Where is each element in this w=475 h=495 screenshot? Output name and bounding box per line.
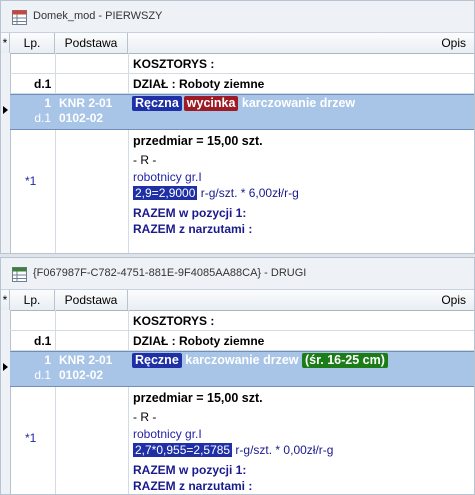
item-podstawa-line2: 0102-02: [59, 111, 104, 125]
kosztorys-label[interactable]: KOSZTORYS :: [133, 314, 214, 328]
item-description-text: karczowanie drzew: [241, 96, 356, 110]
row-divider: [10, 73, 474, 74]
tag-reczne: Ręczne: [132, 353, 182, 368]
norm-value[interactable]: 2,9=2,9000: [133, 186, 198, 200]
window-titlebar[interactable]: {F067987F-C782-4751-881E-9F4085AA88CA} -…: [1, 258, 474, 290]
column-header-marker[interactable]: *: [1, 290, 10, 310]
item-description[interactable]: Ręczne karczowanie drzew (śr. 16-25 cm): [132, 353, 388, 368]
tag-wycinka: wycinka: [183, 96, 239, 111]
item-podstawa-line1[interactable]: KNR 2-01: [59, 96, 112, 110]
row-divider: [10, 330, 474, 331]
dzial-label[interactable]: DZIAŁ : Roboty ziemne: [133, 77, 264, 91]
dzial-lp[interactable]: d.1: [34, 77, 51, 91]
item-lp-sub: d.1: [34, 111, 51, 125]
kosztorys-label[interactable]: KOSZTORYS :: [133, 57, 214, 71]
window-title: Domek_mod - PIERWSZY: [33, 10, 163, 22]
dzial-lp[interactable]: d.1: [34, 334, 51, 348]
cost-estimate-window-first: Domek_mod - PIERWSZY * Lp. Podstawa Opis…: [0, 0, 475, 254]
current-row-arrow-icon: [3, 106, 8, 114]
grid-line: [55, 310, 56, 494]
razem-narzuty: RAZEM z narzutami :: [133, 222, 253, 236]
item-podstawa-line1[interactable]: KNR 2-01: [59, 353, 112, 367]
column-header-podstawa[interactable]: Podstawa: [55, 33, 128, 53]
column-header-opis[interactable]: Opis: [128, 33, 474, 53]
grid-line: [128, 310, 129, 494]
column-header-opis[interactable]: Opis: [128, 290, 474, 310]
column-header-marker[interactable]: *: [1, 33, 10, 53]
item-podstawa-line2: 0102-02: [59, 368, 104, 382]
tag-reczna: Ręczna: [132, 96, 182, 111]
r-section-label: - R -: [133, 410, 157, 424]
resource-lp[interactable]: *1: [25, 174, 36, 188]
razem-pozycji: RAZEM w pozycji 1:: [133, 463, 247, 477]
column-header-podstawa[interactable]: Podstawa: [55, 290, 128, 310]
item-description-text: karczowanie drzew: [185, 353, 299, 367]
grid-header: * Lp. Podstawa Opis: [1, 33, 474, 54]
tag-srednica: (śr. 16-25 cm): [302, 353, 388, 368]
item-lp[interactable]: 1: [11, 353, 51, 367]
item-lp[interactable]: 1: [11, 96, 51, 110]
grid-line: [128, 53, 129, 253]
grid-line: [55, 53, 56, 253]
resource-norm[interactable]: 2,9=2,9000 r-g/szt. * 6,00zł/r-g: [133, 186, 299, 200]
przedmiar-line[interactable]: przedmiar = 15,00 szt.: [133, 391, 263, 405]
spreadsheet-icon: [12, 10, 27, 25]
norm-value[interactable]: 2,7*0,955=2,5785: [133, 443, 233, 457]
resource-name[interactable]: robotnicy gr.I: [133, 170, 202, 184]
przedmiar-line[interactable]: przedmiar = 15,00 szt.: [133, 134, 263, 148]
column-header-lp[interactable]: Lp.: [10, 33, 55, 53]
norm-rest: r-g/szt. * 0,00zł/r-g: [232, 443, 334, 457]
window-titlebar[interactable]: Domek_mod - PIERWSZY: [1, 1, 474, 33]
resource-norm[interactable]: 2,7*0,955=2,5785 r-g/szt. * 0,00zł/r-g: [133, 443, 333, 457]
dzial-label[interactable]: DZIAŁ : Roboty ziemne: [133, 334, 264, 348]
row-indicator-column: [1, 53, 11, 253]
resource-lp[interactable]: *1: [25, 431, 36, 445]
razem-pozycji: RAZEM w pozycji 1:: [133, 206, 247, 220]
column-header-lp[interactable]: Lp.: [10, 290, 55, 310]
row-indicator-column: [1, 310, 11, 494]
estimate-grid[interactable]: * Lp. Podstawa Opis KOSZTORYS : d.1 DZIA…: [1, 33, 474, 253]
razem-narzuty: RAZEM z narzutami :: [133, 479, 253, 493]
r-section-label: - R -: [133, 153, 157, 167]
grid-header: * Lp. Podstawa Opis: [1, 290, 474, 311]
norm-rest: r-g/szt. * 6,00zł/r-g: [197, 186, 299, 200]
window-title: {F067987F-C782-4751-881E-9F4085AA88CA} -…: [33, 267, 307, 279]
resource-name[interactable]: robotnicy gr.I: [133, 427, 202, 441]
item-description[interactable]: Ręczna wycinka karczowanie drzew: [132, 96, 355, 111]
spreadsheet-icon: [12, 267, 27, 282]
cost-estimate-window-second: {F067987F-C782-4751-881E-9F4085AA88CA} -…: [0, 257, 475, 495]
estimate-grid[interactable]: * Lp. Podstawa Opis KOSZTORYS : d.1 DZIA…: [1, 290, 474, 494]
current-row-arrow-icon: [3, 363, 8, 371]
item-lp-sub: d.1: [34, 368, 51, 382]
